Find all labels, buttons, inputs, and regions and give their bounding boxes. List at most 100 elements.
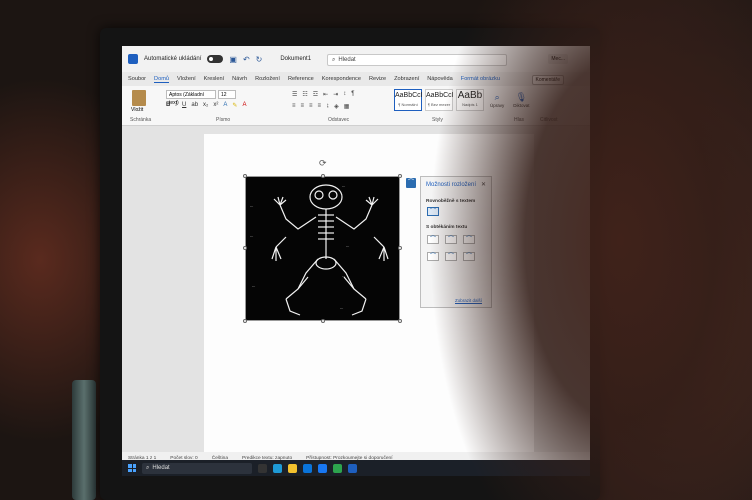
- sort-icon[interactable]: ↕: [343, 91, 346, 98]
- resize-handle-mr[interactable]: [398, 246, 402, 250]
- tab-kresleni[interactable]: Kreslení: [204, 76, 225, 82]
- style-no-spacing[interactable]: AaBbCcI ¶ Bez mezer: [425, 89, 454, 111]
- style-name: ¶ Bez mezer: [427, 102, 451, 107]
- wrap-inline-option[interactable]: ⌒: [427, 207, 439, 216]
- tab-korespondence[interactable]: Korespondence: [322, 76, 361, 82]
- bold-icon[interactable]: B: [166, 102, 170, 109]
- right-tools: ⌕ Úpravy 🎙 Diktovat: [490, 92, 530, 108]
- resize-handle-tr[interactable]: [398, 174, 402, 178]
- tab-napoveda[interactable]: Nápověda: [427, 76, 453, 82]
- background-object: [72, 380, 96, 500]
- section-inline-label: Rovnoběžně s textem: [426, 199, 476, 204]
- dictate-button[interactable]: 🎙 Diktovat: [513, 92, 529, 108]
- tab-navrh[interactable]: Návrh: [232, 76, 247, 82]
- wrap-top-bottom-option[interactable]: ⌒: [427, 252, 439, 261]
- multilevel-list-icon[interactable]: ☲: [313, 91, 318, 98]
- word-taskbar-icon[interactable]: [348, 463, 357, 473]
- highlight-icon[interactable]: ✎: [232, 102, 237, 109]
- tab-vlozeni[interactable]: Vložení: [177, 76, 196, 82]
- wrap-through-option[interactable]: ⌒: [463, 235, 475, 244]
- decrease-indent-icon[interactable]: ⇤: [323, 91, 328, 98]
- text-effects-icon[interactable]: A: [223, 102, 227, 109]
- user-account[interactable]: Mec...: [548, 54, 568, 64]
- layout-options-pane: Možnosti rozložení ✕ Rovnoběžně s textem…: [420, 176, 492, 308]
- svg-text:...: ...: [342, 184, 345, 188]
- document-name[interactable]: Dokument1: [280, 56, 311, 62]
- microphone-icon: 🎙: [515, 92, 528, 102]
- search-placeholder: Hledat: [338, 57, 356, 63]
- numbering-icon[interactable]: ☷: [302, 91, 307, 98]
- svg-text:...: ...: [340, 306, 343, 310]
- store-icon[interactable]: [303, 463, 312, 473]
- word-window: Automatické ukládání ▣ ↶ ↻ Dokument1 ⌕ H…: [122, 46, 590, 476]
- pane-title: Možnosti rozložení: [426, 182, 477, 188]
- font-color-icon[interactable]: A: [242, 102, 246, 109]
- align-center-icon[interactable]: ≡: [301, 103, 305, 110]
- editing-button[interactable]: ⌕ Úpravy: [490, 92, 504, 108]
- paste-button-label: Vložit: [131, 107, 144, 113]
- pilcrow-icon[interactable]: ¶: [351, 91, 354, 98]
- chrome-icon[interactable]: [333, 463, 342, 473]
- close-icon[interactable]: ✕: [481, 181, 486, 188]
- taskbar-search[interactable]: ⌕ Hledat: [142, 462, 252, 474]
- wrap-tight-option[interactable]: ⌒: [445, 235, 457, 244]
- borders-icon[interactable]: ▦: [344, 103, 350, 110]
- search-icon: ⌕: [332, 56, 336, 63]
- align-left-icon[interactable]: ≡: [292, 103, 296, 110]
- svg-text:...: ...: [250, 234, 253, 238]
- undo-icon[interactable]: ↶: [243, 55, 250, 64]
- windows-start-icon[interactable]: [128, 464, 136, 472]
- search-input[interactable]: ⌕ Hledat: [327, 54, 507, 66]
- resize-handle-br[interactable]: [398, 319, 402, 323]
- paste-icon[interactable]: [132, 90, 146, 106]
- mail-icon[interactable]: [318, 463, 327, 473]
- font-size-select[interactable]: 12: [218, 90, 236, 99]
- search-icon: ⌕: [494, 92, 500, 102]
- align-right-icon[interactable]: ≡: [309, 103, 313, 110]
- tab-soubor[interactable]: Soubor: [128, 76, 146, 82]
- tab-format-obrazku[interactable]: Formát obrázku: [461, 76, 500, 82]
- resize-handle-ml[interactable]: [243, 246, 247, 250]
- bullets-icon[interactable]: ☰: [292, 91, 297, 98]
- rotate-handle-icon[interactable]: ⟳: [319, 158, 327, 169]
- strikethrough-icon[interactable]: ab: [191, 102, 198, 109]
- task-view-icon[interactable]: [258, 463, 267, 473]
- paragraph-row-1: ☰ ☷ ☲ ⇤ ⇥ ↕ ¶: [292, 91, 354, 98]
- line-spacing-icon[interactable]: ↨: [326, 103, 329, 110]
- layout-options-button[interactable]: ⌒: [406, 178, 416, 188]
- justify-icon[interactable]: ≡: [318, 103, 322, 110]
- wrap-behind-option[interactable]: ⌒: [445, 252, 457, 261]
- italic-icon[interactable]: I: [175, 102, 177, 109]
- font-format-row: B I U ab x₂ x² A ✎ A: [166, 102, 246, 109]
- wrap-square-option[interactable]: ⌒: [427, 235, 439, 244]
- see-more-link[interactable]: Zobrazit další: [455, 298, 482, 303]
- redo-icon[interactable]: ↻: [256, 55, 263, 64]
- frog-skeleton-image[interactable]: ... ... ... ... ... ... ...: [245, 176, 400, 321]
- edge-icon[interactable]: [273, 463, 282, 473]
- tab-rozlozeni[interactable]: Rozložení: [255, 76, 280, 82]
- style-heading-1[interactable]: AaBb Nadpis 1: [456, 89, 484, 111]
- resize-handle-bc[interactable]: [321, 319, 325, 323]
- file-explorer-icon[interactable]: [288, 463, 297, 473]
- autosave-toggle[interactable]: [207, 55, 224, 63]
- resize-handle-tl[interactable]: [243, 174, 247, 178]
- comments-button[interactable]: Komentáře: [531, 75, 564, 85]
- save-icon[interactable]: ▣: [229, 55, 237, 64]
- underline-icon[interactable]: U: [182, 102, 186, 109]
- tab-zobrazeni[interactable]: Zobrazení: [394, 76, 419, 82]
- sensitivity-group-label: Citlivost: [540, 117, 558, 123]
- tab-domu[interactable]: Domů: [154, 76, 169, 83]
- wrap-front-option[interactable]: ⌒: [463, 252, 475, 261]
- style-normal[interactable]: AaBbCcI ¶ Normální: [394, 89, 423, 111]
- resize-handle-bl[interactable]: [243, 319, 247, 323]
- shading-icon[interactable]: ◈: [334, 103, 339, 110]
- resize-handle-tc[interactable]: [321, 174, 325, 178]
- tab-reference[interactable]: Reference: [288, 76, 314, 82]
- font-name-select[interactable]: Aptos (Základní text): [166, 90, 216, 106]
- taskbar-search-label: Hledat: [152, 465, 170, 471]
- superscript-icon[interactable]: x²: [213, 102, 218, 109]
- subscript-icon[interactable]: x₂: [203, 102, 208, 109]
- style-preview: AaBb: [457, 90, 483, 101]
- increase-indent-icon[interactable]: ⇥: [333, 91, 338, 98]
- tab-revize[interactable]: Revize: [369, 76, 386, 82]
